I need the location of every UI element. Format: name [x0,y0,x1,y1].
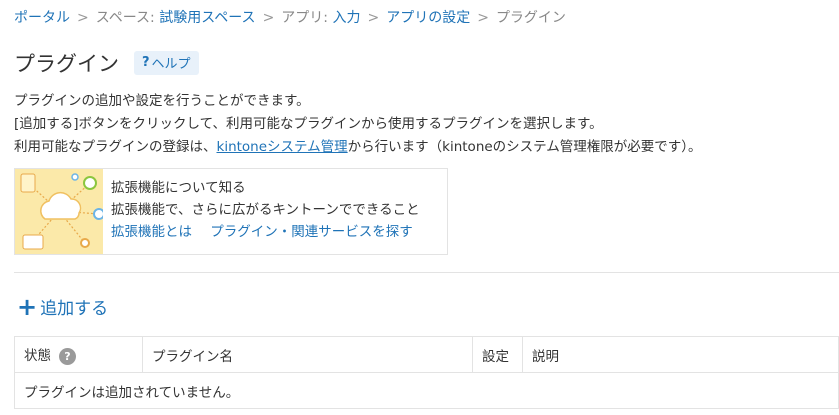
description-line-2: [追加する]ボタンをクリックして、利用可能なプラグインから使用するプラグインを選… [14,116,603,132]
column-status-label: 状態 [24,348,51,365]
help-label: ヘルプ [151,57,191,72]
column-plugin-name: プラグイン名 [142,336,473,373]
description-line-3-suffix: から行います（kintoneのシステム管理権限が必要です）。 [347,139,702,155]
breadcrumb-app-prefix: アプリ: [281,10,333,26]
divider [14,272,839,273]
promo-subtitle: 拡張機能で、さらに広がるキントーンでできること [111,202,420,218]
plus-icon: + [17,292,38,321]
extension-promo-card: 拡張機能について知る 拡張機能で、さらに広がるキントーンでできること 拡張機能と… [14,168,448,255]
breadcrumb-current: プラグイン [495,10,566,26]
add-plugin-button[interactable]: + 追加する [17,292,109,321]
description-line-1: プラグインの追加や設定を行うことができます。 [14,93,310,109]
plugin-table: 状態? プラグイン名 設定 説明 プラグインは追加されていません。 [14,336,839,409]
breadcrumb-app[interactable]: 入力 [332,10,360,26]
breadcrumb-space-prefix: スペース: [95,10,160,26]
description: プラグインの追加や設定を行うことができます。 [追加する]ボタンをクリックして、… [14,90,702,159]
breadcrumb-app-settings[interactable]: アプリの設定 [386,10,470,26]
description-line-3-prefix: 利用可能なプラグインの登録は、 [14,139,217,155]
breadcrumb-separator: > [477,10,489,26]
page-title: プラグイン [14,52,119,76]
breadcrumb-space[interactable]: 試験用スペース [159,10,255,26]
help-button[interactable]: ? ヘルプ [134,51,199,75]
find-plugins-link[interactable]: プラグイン・関連サービスを探す [210,224,413,240]
description-line-3: 利用可能なプラグインの登録は、kintoneシステム管理から行います（kinto… [14,136,702,159]
system-admin-link[interactable]: kintoneシステム管理 [217,139,348,155]
breadcrumb-separator: > [262,10,275,26]
table-header-row: 状態? プラグイン名 設定 説明 [14,336,839,373]
breadcrumb-portal[interactable]: ポータル [14,10,70,26]
breadcrumb: ポータル > スペース: 試験用スペース > アプリ: 入力 > アプリの設定 > プラグイン [14,7,566,27]
column-description: 説明 [522,336,839,373]
add-plugin-label: 追加する [40,299,109,319]
about-extensions-link[interactable]: 拡張機能とは [111,224,192,240]
help-icon[interactable]: ? [59,347,76,365]
title-row: プラグイン ? ヘルプ [14,48,199,78]
promo-title: 拡張機能について知る [111,180,246,196]
promo-body: 拡張機能について知る 拡張機能で、さらに広がるキントーンでできること 拡張機能と… [103,169,427,254]
column-status: 状態? [14,336,143,373]
empty-message: プラグインは追加されていません。 [14,372,839,409]
help-icon: ? [142,55,150,70]
promo-links: 拡張機能とは プラグイン・関連サービスを探す [111,221,427,243]
table-row: プラグインは追加されていません。 [14,372,839,409]
column-settings: 設定 [472,336,523,373]
breadcrumb-separator: > [367,10,380,26]
cloud-network-illustration-icon [15,169,103,254]
breadcrumb-separator: > [77,10,89,26]
